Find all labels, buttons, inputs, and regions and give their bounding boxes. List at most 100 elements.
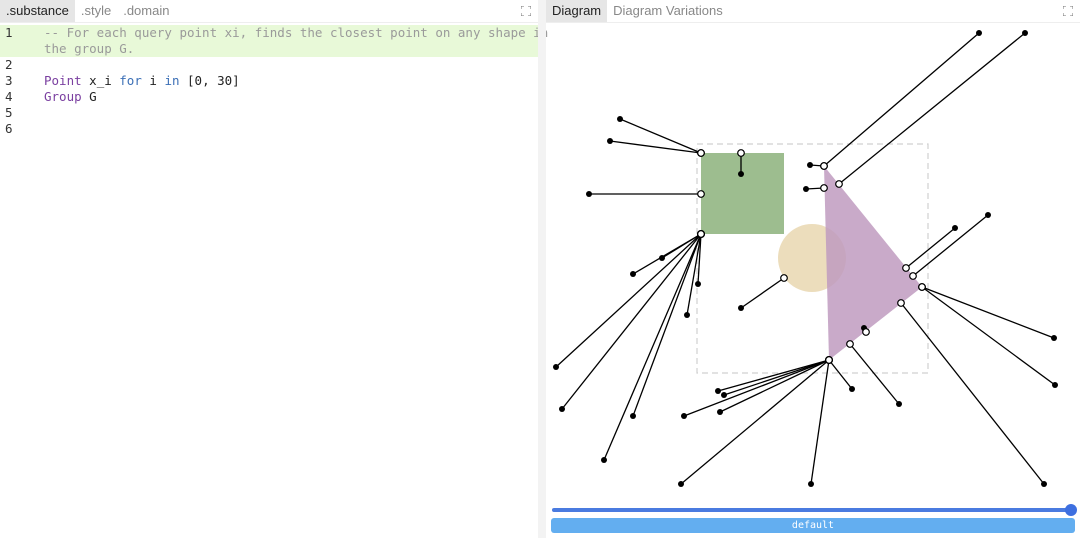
line-number: 5	[5, 105, 13, 120]
editor-tab-bar: .substance .style .domain	[0, 0, 538, 23]
query-point[interactable]	[1041, 481, 1047, 487]
closest-point	[835, 180, 843, 188]
query-point[interactable]	[659, 255, 665, 261]
closest-point	[820, 184, 828, 192]
query-point[interactable]	[684, 312, 690, 318]
query-point[interactable]	[808, 481, 814, 487]
closest-point	[918, 283, 926, 291]
query-point[interactable]	[681, 413, 687, 419]
expand-icon[interactable]	[520, 5, 532, 17]
line-number: 1	[5, 25, 13, 40]
variation-default-button[interactable]: default	[551, 518, 1075, 533]
query-point[interactable]	[738, 305, 744, 311]
connector-line	[740, 277, 785, 309]
connector-line	[810, 359, 830, 485]
diagram-canvas[interactable]	[546, 23, 1080, 503]
connector-line	[632, 233, 702, 417]
comment-text: -- For each query point xi, finds the cl…	[44, 25, 549, 40]
line-number: 2	[5, 57, 13, 72]
closest-point	[697, 230, 705, 238]
code-editor[interactable]: 1 -- For each query point xi, finds the …	[0, 25, 549, 538]
query-point[interactable]	[1022, 30, 1028, 36]
query-point[interactable]	[695, 281, 701, 287]
query-point[interactable]	[807, 162, 813, 168]
code-line-1-wrap: the group G.	[0, 41, 538, 57]
query-point[interactable]	[1051, 335, 1057, 341]
connector-line	[603, 233, 702, 461]
query-point[interactable]	[803, 186, 809, 192]
query-point[interactable]	[976, 30, 982, 36]
query-point[interactable]	[586, 191, 592, 197]
query-point[interactable]	[559, 406, 565, 412]
connector-line	[828, 359, 853, 390]
code-line-4: 4 Group G	[0, 89, 538, 105]
keyword-point: Point	[44, 73, 82, 88]
query-point[interactable]	[985, 212, 991, 218]
query-point[interactable]	[553, 364, 559, 370]
query-point[interactable]	[1052, 382, 1058, 388]
code-line-3: 3 Point x_i for i in [0, 30]	[0, 73, 538, 89]
purple-triangle	[824, 166, 922, 360]
code-token: x_i	[81, 73, 120, 88]
connector-line	[823, 32, 980, 167]
query-point[interactable]	[630, 271, 636, 277]
closest-point	[897, 299, 905, 307]
query-point[interactable]	[617, 116, 623, 122]
closest-point	[902, 264, 910, 272]
connector-line	[555, 233, 702, 368]
query-point[interactable]	[715, 388, 721, 394]
expand-icon[interactable]	[1062, 5, 1074, 17]
code-text: Group G	[44, 89, 518, 105]
query-point[interactable]	[678, 481, 684, 487]
query-point[interactable]	[717, 409, 723, 415]
tab-domain[interactable]: .domain	[117, 0, 175, 22]
closest-point	[825, 356, 833, 364]
connector-line	[723, 359, 830, 396]
query-point[interactable]	[896, 401, 902, 407]
query-point[interactable]	[607, 138, 613, 144]
connector-line	[849, 343, 900, 405]
variation-slider[interactable]	[552, 504, 1077, 516]
query-point[interactable]	[601, 457, 607, 463]
query-point[interactable]	[952, 225, 958, 231]
closest-point	[780, 274, 788, 282]
comment-text-wrap: the group G.	[44, 41, 135, 56]
code-line-1: 1 -- For each query point xi, finds the …	[0, 25, 549, 41]
code-line-6: 6	[0, 121, 538, 137]
query-point[interactable]	[721, 392, 727, 398]
connector-line	[921, 286, 1055, 339]
code-token: G	[81, 89, 97, 104]
pane-divider[interactable]	[538, 0, 546, 538]
code-line-2: 2	[0, 57, 538, 73]
code-line-5: 5	[0, 105, 538, 121]
green-square	[701, 153, 784, 234]
tab-style[interactable]: .style	[75, 0, 117, 22]
query-point[interactable]	[630, 413, 636, 419]
tab-diagram-variations[interactable]: Diagram Variations	[607, 0, 729, 22]
query-point[interactable]	[738, 171, 744, 177]
closest-point	[697, 190, 705, 198]
connector-line	[680, 359, 830, 485]
closest-point	[909, 272, 917, 280]
code-text: Point x_i for i in [0, 30]	[44, 73, 518, 89]
code-editor-pane: .substance .style .domain 1 -- For each …	[0, 0, 549, 538]
tab-diagram[interactable]: Diagram	[546, 0, 608, 22]
closest-point	[737, 149, 745, 157]
code-token: [0, 30]	[179, 73, 240, 88]
keyword-in: in	[164, 73, 180, 88]
diagram-pane: Diagram Diagram Variations default	[546, 0, 1080, 538]
slider-track[interactable]	[552, 508, 1074, 512]
query-point[interactable]	[849, 386, 855, 392]
keyword-for: for	[119, 73, 142, 88]
connector-line	[900, 302, 1045, 485]
line-number: 6	[5, 121, 13, 136]
tab-substance[interactable]: .substance	[0, 0, 75, 22]
closest-point	[697, 149, 705, 157]
connector-line	[683, 359, 830, 417]
code-token: i	[141, 73, 165, 88]
keyword-group: Group	[44, 89, 82, 104]
connector-line	[921, 286, 1056, 386]
slider-thumb[interactable]	[1065, 504, 1077, 516]
line-number: 4	[5, 89, 13, 104]
connector-line	[912, 214, 989, 277]
